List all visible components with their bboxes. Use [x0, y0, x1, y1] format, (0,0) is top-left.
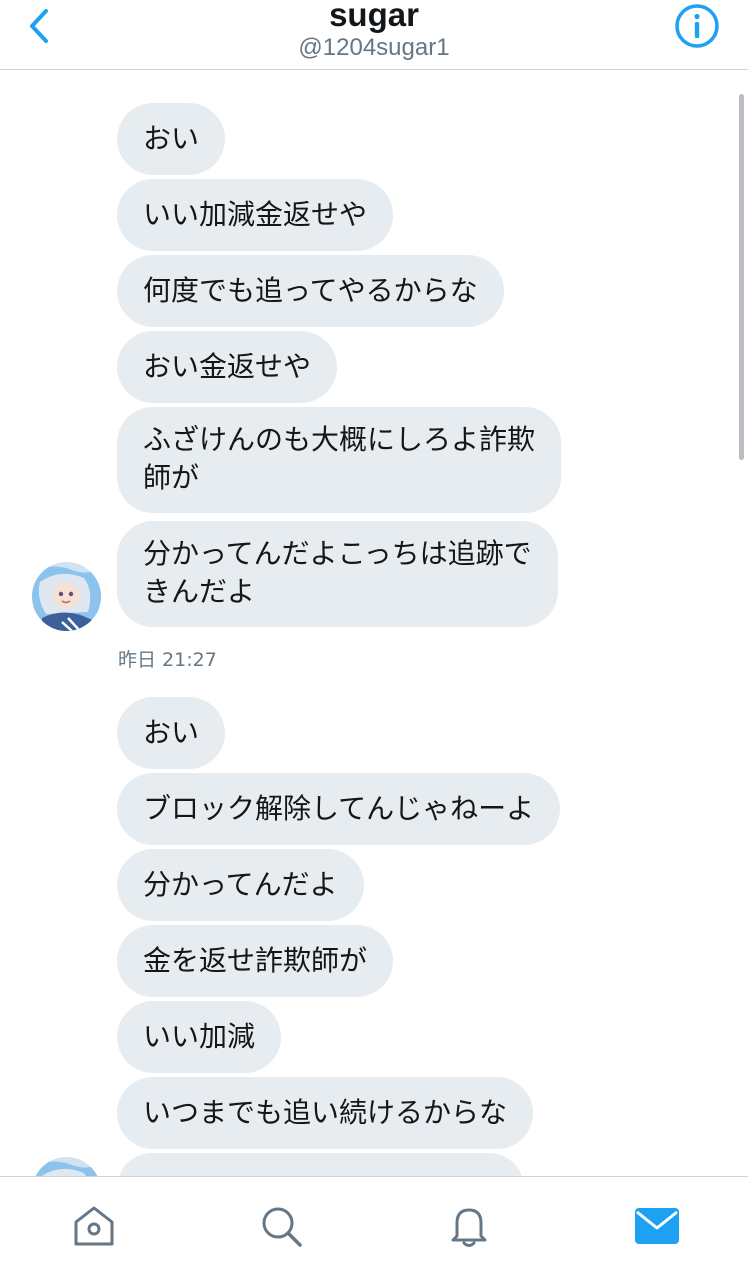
- search-icon[interactable]: [258, 1203, 304, 1249]
- bottom-tab-bar: [0, 1176, 748, 1274]
- messages-icon[interactable]: [634, 1205, 680, 1247]
- message-bubble-partial[interactable]: [117, 1153, 524, 1176]
- message-bubble[interactable]: いつまでも追い続けるからな: [117, 1077, 534, 1149]
- message-bubble[interactable]: ブロック解除してんじゃねーよ: [117, 773, 561, 845]
- sender-avatar[interactable]: [32, 562, 101, 631]
- conversation-title: sugar: [329, 0, 419, 33]
- sender-avatar[interactable]: [32, 1157, 101, 1176]
- info-icon[interactable]: [674, 3, 720, 49]
- message-thread[interactable]: おい いい加減金返せや 何度でも追ってやるからな おい金返せや ふざけんのも大概…: [0, 71, 748, 1176]
- message-bubble[interactable]: おい: [117, 103, 226, 175]
- message-bubble[interactable]: いい加減: [117, 1001, 282, 1073]
- message-bubble[interactable]: おい: [117, 697, 226, 769]
- message-bubble[interactable]: 金を返せ詐欺師が: [117, 925, 394, 997]
- conversation-header: sugar @1204sugar1: [0, 0, 748, 70]
- home-icon[interactable]: [71, 1203, 117, 1249]
- message-timestamp: 昨日 21:27: [118, 649, 217, 671]
- message-bubble[interactable]: 分かってんだよ: [117, 849, 364, 921]
- message-bubble[interactable]: 分かってんだよこっちは追跡で きんだよ: [117, 521, 558, 627]
- message-bubble[interactable]: 何度でも追ってやるからな: [117, 255, 504, 327]
- message-bubble[interactable]: おい金返せや: [117, 331, 338, 403]
- notifications-icon[interactable]: [446, 1203, 492, 1249]
- message-bubble[interactable]: ふざけんのも大概にしろよ詐欺 師が: [117, 407, 562, 513]
- message-bubble[interactable]: いい加減金返せや: [117, 179, 394, 251]
- conversation-handle: @1204sugar1: [298, 34, 450, 61]
